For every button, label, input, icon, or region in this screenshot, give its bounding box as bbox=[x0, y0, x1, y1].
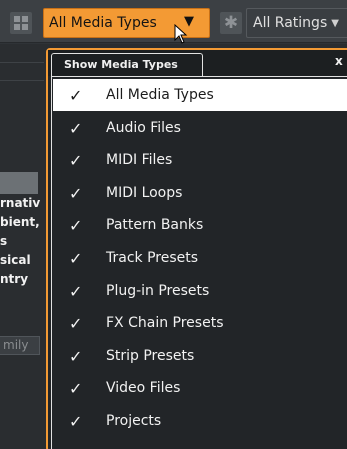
star-icon: ✱ bbox=[223, 12, 239, 33]
media-type-label: FX Chain Presets bbox=[106, 315, 224, 331]
media-types-list: ✓ All Media Types ✓ Audio Files ✓ MIDI Files ✓… bbox=[51, 76, 347, 449]
media-type-label: Pattern Banks bbox=[106, 217, 204, 233]
divider bbox=[0, 62, 44, 63]
media-type-label: Plug-in Presets bbox=[106, 283, 210, 299]
checkmark-icon: ✓ bbox=[69, 378, 83, 398]
media-type-label: Audio Files bbox=[106, 120, 181, 136]
ratings-label: All Ratings bbox=[253, 15, 328, 31]
media-browser-window: rnativ bient, s sical ntry mily All Medi… bbox=[0, 0, 347, 449]
grid-layout-icon bbox=[14, 16, 28, 30]
checkmark-icon: ✓ bbox=[69, 411, 83, 431]
media-type-label: MIDI Files bbox=[106, 152, 173, 168]
media-type-option[interactable]: ✓ MIDI Files bbox=[53, 144, 347, 176]
checkmark-icon: ✓ bbox=[69, 215, 83, 235]
media-type-label: Track Presets bbox=[106, 250, 199, 266]
media-type-option[interactable]: ✓ Track Presets bbox=[53, 242, 347, 274]
category-item[interactable]: sical bbox=[0, 251, 42, 270]
media-type-option[interactable]: ✓ Projects bbox=[53, 405, 347, 437]
checkmark-icon: ✓ bbox=[69, 118, 83, 138]
category-item[interactable]: rnativ bbox=[0, 194, 42, 213]
popup-header: Show Media Types x bbox=[48, 50, 347, 77]
media-types-label: All Media Types bbox=[49, 15, 157, 31]
media-type-option[interactable]: ✓ Pattern Banks bbox=[53, 209, 347, 241]
family-field[interactable]: mily bbox=[0, 336, 40, 355]
media-type-label: MIDI Loops bbox=[106, 185, 183, 201]
close-button[interactable]: x bbox=[335, 54, 343, 68]
mouse-pointer-icon bbox=[174, 24, 188, 44]
media-type-option[interactable]: ✓ Strip Presets bbox=[53, 340, 347, 372]
divider bbox=[0, 80, 44, 81]
layout-toggle-button[interactable] bbox=[10, 12, 32, 34]
media-type-option[interactable]: ✓ MIDI Loops bbox=[53, 177, 347, 209]
rating-filter-button[interactable]: ✱ bbox=[220, 12, 242, 34]
selected-category-row[interactable] bbox=[0, 172, 38, 194]
category-item[interactable]: ntry bbox=[0, 270, 42, 289]
chevron-down-icon: ▼ bbox=[331, 17, 339, 29]
media-types-popup: Show Media Types x ✓ All Media Types ✓ Audi… bbox=[46, 48, 347, 449]
media-type-option[interactable]: ✓ Plug-in Presets bbox=[53, 275, 347, 307]
media-type-option[interactable]: ✓ All Media Types bbox=[53, 79, 347, 111]
popup-title: Show Media Types bbox=[51, 53, 203, 77]
checkmark-icon: ✓ bbox=[69, 248, 83, 268]
checkmark-icon: ✓ bbox=[69, 346, 83, 366]
media-type-label: All Media Types bbox=[106, 87, 214, 103]
media-type-label: Strip Presets bbox=[106, 348, 195, 364]
media-type-option[interactable]: ✓ FX Chain Presets bbox=[53, 307, 347, 339]
category-item[interactable]: s bbox=[0, 232, 42, 251]
checkmark-icon: ✓ bbox=[69, 150, 83, 170]
media-type-option[interactable]: ✓ Video Files bbox=[53, 372, 347, 404]
category-item[interactable]: bient, bbox=[0, 213, 42, 232]
media-type-option[interactable]: ✓ Audio Files bbox=[53, 112, 347, 144]
category-list: rnativ bient, s sical ntry bbox=[0, 194, 42, 289]
ratings-dropdown[interactable]: All Ratings ▼ bbox=[246, 8, 347, 38]
checkmark-icon: ✓ bbox=[69, 281, 83, 301]
checkmark-icon: ✓ bbox=[69, 313, 83, 333]
media-type-label: Video Files bbox=[106, 380, 181, 396]
checkmark-icon: ✓ bbox=[69, 85, 83, 105]
checkmark-icon: ✓ bbox=[69, 183, 83, 203]
media-type-label: Projects bbox=[106, 413, 162, 429]
